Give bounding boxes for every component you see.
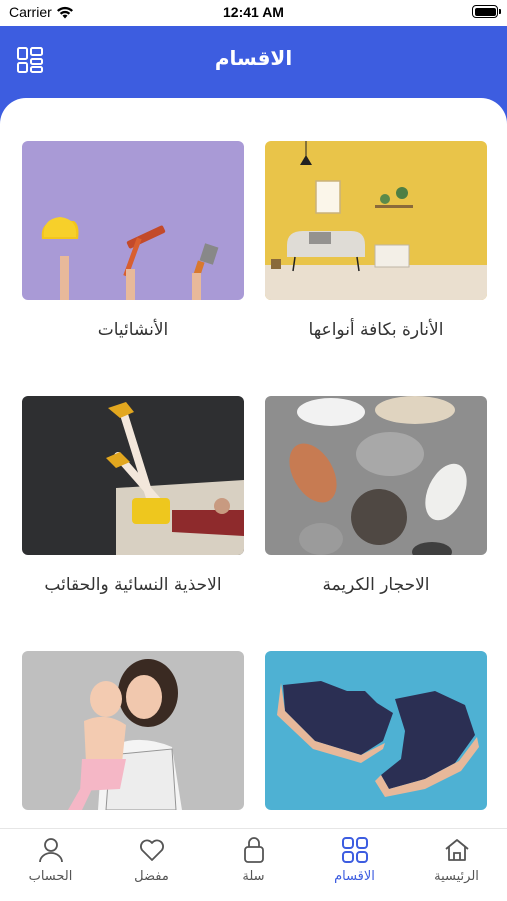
bottom-tab-bar: الرئيسية الاقسام سلة مفضل الحساب bbox=[0, 828, 507, 901]
status-bar: Carrier 12:41 AM bbox=[0, 0, 507, 26]
category-image-lighting bbox=[265, 141, 487, 300]
heart-icon bbox=[139, 839, 164, 861]
app-header: الاقسام bbox=[0, 26, 507, 100]
category-label: الأنشائيات bbox=[97, 320, 169, 340]
category-card-construction[interactable]: الأنشائيات bbox=[22, 141, 244, 340]
category-image-construction bbox=[22, 141, 244, 300]
category-card-shoes[interactable] bbox=[265, 651, 487, 828]
category-card-women-shoes-bags[interactable]: الاحذية النسائية والحقائب bbox=[22, 396, 244, 595]
tab-label-categories: الاقسام bbox=[334, 869, 375, 884]
category-label: الاحذية النسائية والحقائب bbox=[44, 575, 222, 595]
home-icon bbox=[444, 839, 469, 861]
tab-label-cart: سلة bbox=[242, 869, 265, 884]
tab-label-favorites: مفضل bbox=[134, 869, 169, 884]
battery-icon bbox=[472, 5, 501, 18]
tab-account[interactable]: الحساب bbox=[0, 829, 101, 901]
category-image-kids bbox=[22, 651, 244, 810]
bag-icon bbox=[243, 837, 264, 863]
category-image-shoes bbox=[265, 651, 487, 810]
tab-home[interactable]: الرئيسية bbox=[406, 829, 507, 901]
category-card-gemstones[interactable]: الاحجار الكريمة bbox=[265, 396, 487, 595]
category-image-women-shoes-bags bbox=[22, 396, 244, 555]
tab-label-home: الرئيسية bbox=[434, 869, 479, 884]
category-label: الاحجار الكريمة bbox=[322, 575, 430, 595]
tab-cart[interactable]: سلة bbox=[203, 829, 304, 901]
person-icon bbox=[38, 838, 63, 863]
category-label: الأنارة بكافة أنواعها bbox=[308, 320, 444, 340]
page-title: الاقسام bbox=[214, 46, 293, 70]
categories-grid: الأنارة بكافة أنواعها الأنشائيات الاحجار… bbox=[0, 98, 507, 828]
category-card-kids[interactable] bbox=[22, 651, 244, 828]
status-time: 12:41 AM bbox=[223, 4, 284, 20]
tab-label-account: الحساب bbox=[28, 869, 73, 884]
grid-icon bbox=[341, 837, 368, 863]
category-card-lighting[interactable]: الأنارة بكافة أنواعها bbox=[265, 141, 487, 340]
tab-favorites[interactable]: مفضل bbox=[101, 829, 202, 901]
tab-categories[interactable]: الاقسام bbox=[304, 829, 405, 901]
category-image-gemstones bbox=[265, 396, 487, 555]
